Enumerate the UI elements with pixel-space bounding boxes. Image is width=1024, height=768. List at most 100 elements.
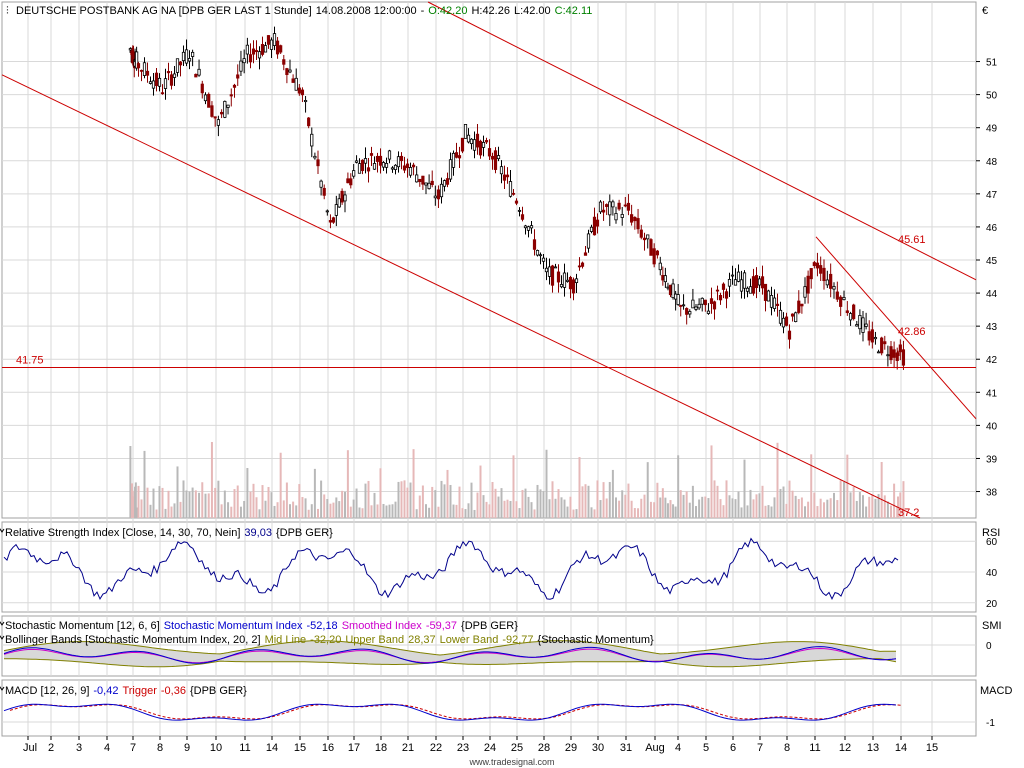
volume-bar — [791, 490, 794, 518]
volume-bar — [682, 494, 685, 518]
candle-body — [363, 158, 368, 164]
x-tick-label: 23 — [457, 742, 469, 754]
volume-bar — [437, 506, 440, 518]
volume-bar — [170, 506, 173, 518]
volume-bar — [581, 486, 584, 518]
volume-bar — [461, 508, 464, 518]
smi-smoothed-name: Smoothed Index — [342, 620, 423, 632]
volume-bar — [355, 488, 358, 518]
candle-body — [655, 250, 659, 256]
candle-body — [763, 283, 768, 301]
candle-body — [633, 216, 637, 222]
candle-body — [387, 150, 392, 160]
candle-body — [876, 351, 881, 354]
candle-body — [636, 218, 640, 230]
candle-body — [448, 159, 453, 180]
candle-body — [288, 69, 292, 73]
candle-body — [402, 165, 407, 171]
candle-body — [646, 234, 650, 240]
volume-bar — [295, 505, 298, 518]
candle-body — [148, 81, 153, 84]
rsi-value: 39,03 — [244, 527, 272, 539]
candle-body — [475, 133, 480, 148]
volume-bar — [646, 462, 649, 518]
volume-bar — [161, 487, 164, 518]
candle-body — [736, 271, 741, 282]
volume-bar — [261, 485, 264, 518]
volume-bar — [329, 503, 332, 518]
volume-bar — [431, 486, 434, 518]
candle-body — [275, 40, 280, 55]
volume-bar — [476, 492, 479, 518]
x-tick-label: 17 — [348, 742, 360, 754]
candle-body — [352, 170, 356, 177]
candle-body — [408, 167, 413, 176]
volume-bar — [800, 497, 803, 518]
volume-bar — [527, 496, 530, 518]
candle-body — [151, 80, 156, 89]
candle-body — [541, 257, 546, 262]
candle-body — [466, 134, 471, 143]
volume-bar — [698, 499, 701, 518]
volume-bar — [194, 490, 197, 518]
candle-body — [889, 346, 893, 361]
candle-body — [163, 78, 168, 89]
volume-bar — [761, 485, 764, 518]
candle-body — [502, 174, 507, 181]
candle-body — [568, 277, 573, 290]
volume-bar — [542, 491, 545, 518]
candle-body — [809, 268, 813, 280]
volume-bar — [270, 492, 273, 518]
volume-bar — [217, 480, 220, 518]
x-tick-label: 21 — [402, 742, 414, 754]
volume-bar — [551, 481, 554, 518]
candle-body — [307, 117, 311, 127]
price-tick-label: 39 — [986, 454, 998, 465]
candle-body — [478, 140, 483, 156]
volume-bar — [446, 469, 449, 518]
candle-body — [611, 201, 615, 208]
candle-body — [679, 305, 683, 307]
candle-body — [472, 139, 477, 151]
x-tick-label: 24 — [484, 742, 496, 754]
volume-bar — [370, 505, 373, 518]
smi-axis-label: SMI — [982, 620, 1002, 632]
candle-body — [445, 178, 450, 185]
volume-bar — [545, 449, 548, 518]
candle-body — [663, 275, 667, 283]
candle-body — [697, 303, 701, 309]
volume-bar — [292, 501, 295, 518]
volume-bar — [397, 481, 400, 518]
candle-body — [142, 62, 147, 76]
candle-body — [181, 51, 186, 61]
volume-bar — [624, 494, 627, 518]
candle-body — [681, 304, 686, 307]
x-tick-label: 13 — [867, 742, 879, 754]
volume-bar — [473, 509, 476, 518]
volume-bar — [602, 482, 605, 518]
volume-bar — [173, 503, 176, 518]
volume-bar — [346, 450, 349, 518]
volume-bar — [659, 497, 662, 518]
candle-body — [197, 68, 201, 76]
candle-body — [601, 209, 606, 213]
macd-trigger-name: Trigger — [122, 685, 157, 697]
candle-body — [724, 291, 729, 299]
volume-bar — [797, 499, 800, 518]
candle-body — [436, 189, 441, 200]
macd-header: MACD [12, 26, 9] -0,42 Trigger -0,36 {DPB GE… — [5, 685, 247, 697]
candle-body — [442, 180, 447, 187]
volume-bar — [491, 482, 494, 518]
candle-body — [715, 289, 720, 292]
bollinger-mid-name: Mid Line — [265, 634, 307, 646]
candle-body — [499, 166, 504, 175]
candle-body — [712, 301, 717, 310]
candle-body — [411, 164, 416, 168]
volume-bar — [605, 498, 608, 518]
volume-bar — [691, 485, 694, 518]
support-label: 41.75 — [16, 355, 44, 367]
candle-body — [187, 58, 192, 62]
candle-body — [184, 49, 189, 64]
candle-body — [337, 198, 341, 208]
x-tick-label: 11 — [809, 742, 820, 754]
